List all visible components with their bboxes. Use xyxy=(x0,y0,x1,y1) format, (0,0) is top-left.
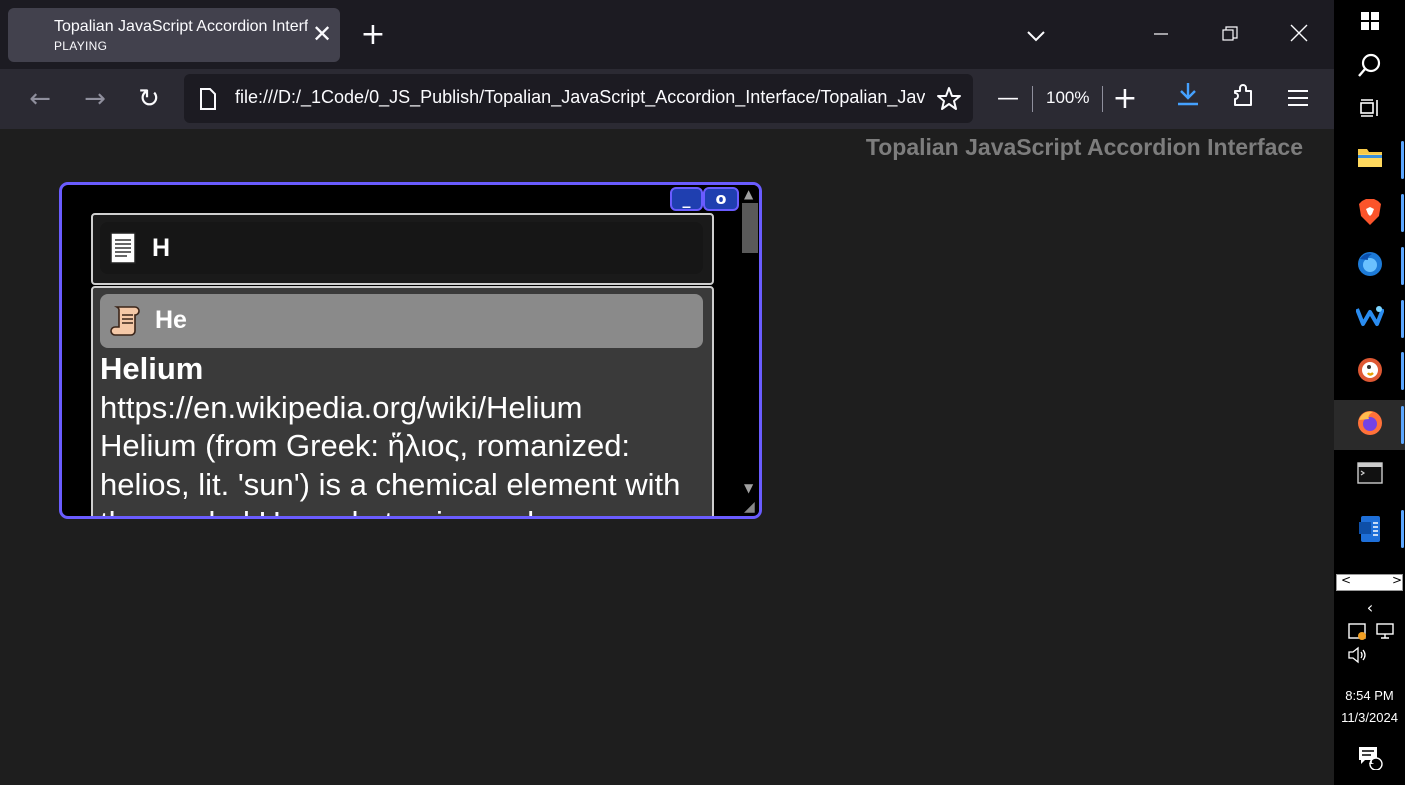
brave-browser-icon[interactable] xyxy=(1355,198,1385,228)
zoom-in-button[interactable]: + xyxy=(1107,81,1143,117)
accordion-scrollbar[interactable]: ▲ ▼ xyxy=(740,185,759,515)
scroll-thumb[interactable] xyxy=(742,203,758,253)
scroll-icon xyxy=(110,306,140,336)
extensions-icon[interactable] xyxy=(1225,81,1261,117)
page-icon xyxy=(200,88,216,110)
accordion-body: Helium https://en.wikipedia.org/wiki/Hel… xyxy=(100,350,704,516)
accordion-window: _ o H He Helium https://en.wikipedia.org… xyxy=(59,182,762,519)
tab-bar: Topalian JavaScript Accordion Interface … xyxy=(0,0,1334,69)
accordion-header-h[interactable]: H xyxy=(100,222,703,274)
accordion-header-he[interactable]: He xyxy=(100,294,703,348)
list-tabs-icon[interactable] xyxy=(1018,18,1054,54)
scroll-right-icon[interactable]: > xyxy=(1392,573,1402,587)
scroll-down-icon[interactable]: ▼ xyxy=(744,481,753,495)
menu-icon[interactable] xyxy=(1280,81,1316,117)
browser-window: Topalian JavaScript Accordion Interface … xyxy=(0,0,1334,785)
tray-scrollbar[interactable]: < > xyxy=(1336,573,1403,591)
url-text: file:///D:/_1Code/0_JS_Publish/Topalian_… xyxy=(235,87,925,107)
window-minimize-button[interactable] xyxy=(1143,18,1179,54)
search-icon[interactable] xyxy=(1355,52,1385,82)
windows-start-icon[interactable] xyxy=(1355,10,1385,40)
zoom-level[interactable]: 100% xyxy=(1046,88,1089,108)
windows-taskbar: < > ‹ 8:54 PM 11/3/2024 1 xyxy=(1334,0,1405,785)
file-explorer-icon[interactable] xyxy=(1355,146,1385,176)
page-title: Topalian JavaScript Accordion Interface xyxy=(865,134,1303,160)
running-indicator xyxy=(1401,406,1404,444)
running-indicator xyxy=(1401,510,1404,548)
separator xyxy=(1102,86,1103,112)
document-app-icon[interactable] xyxy=(1355,515,1385,545)
element-link[interactable]: https://en.wikipedia.org/wiki/Helium xyxy=(100,389,704,428)
accordion-panel-h: H xyxy=(91,213,714,285)
accordion-header-label: H xyxy=(152,234,171,262)
forward-button[interactable]: → xyxy=(77,81,113,117)
window-restore-button[interactable] xyxy=(1212,18,1248,54)
running-indicator xyxy=(1401,247,1404,285)
minimize-accordion-button[interactable]: _ xyxy=(670,187,703,211)
zoom-out-button[interactable]: — xyxy=(990,81,1026,117)
tab-title: Topalian JavaScript Accordion Interface xyxy=(54,18,308,35)
clock-date[interactable]: 11/3/2024 xyxy=(1334,710,1405,725)
firefox-icon[interactable] xyxy=(1355,410,1385,440)
nav-bar: ← → ↻ file:///D:/_1Code/0_JS_Publish/Top… xyxy=(0,69,1334,129)
tab-close-icon[interactable]: ✕ xyxy=(308,20,336,48)
document-icon xyxy=(110,232,136,264)
window-close-button[interactable] xyxy=(1281,18,1317,54)
page-content: Topalian JavaScript Accordion Interface … xyxy=(0,129,1334,785)
running-indicator xyxy=(1401,194,1404,232)
firefox-dev-icon[interactable] xyxy=(1355,251,1385,281)
playing-tab-icon xyxy=(24,24,44,44)
task-view-icon[interactable] xyxy=(1355,97,1385,127)
notification-count: 1 xyxy=(1368,756,1375,767)
back-button[interactable]: ← xyxy=(22,81,58,117)
volume-icon[interactable] xyxy=(1342,644,1372,674)
terminal-icon[interactable] xyxy=(1355,462,1385,492)
scroll-up-icon[interactable]: ▲ xyxy=(744,187,753,201)
reload-button[interactable]: ↻ xyxy=(131,81,167,117)
duckduckgo-icon[interactable] xyxy=(1355,357,1385,387)
clock-time[interactable]: 8:54 PM xyxy=(1334,688,1405,703)
bookmark-star-icon[interactable] xyxy=(936,86,962,112)
network-icon[interactable] xyxy=(1370,620,1400,650)
element-description: Helium (from Greek: ἥλιος, romanized: he… xyxy=(100,428,681,516)
download-icon[interactable] xyxy=(1170,81,1206,117)
url-bar[interactable]: file:///D:/_1Code/0_JS_Publish/Topalian_… xyxy=(184,74,973,123)
running-indicator xyxy=(1401,300,1404,338)
notification-icon[interactable]: 1 xyxy=(1355,744,1385,774)
scroll-left-icon[interactable]: < xyxy=(1341,573,1351,587)
open-accordion-button[interactable]: o xyxy=(703,187,739,211)
running-indicator xyxy=(1401,141,1404,179)
running-indicator xyxy=(1401,352,1404,390)
tab-active[interactable]: Topalian JavaScript Accordion Interface … xyxy=(8,8,340,62)
resize-handle-icon[interactable]: ◢ xyxy=(744,499,755,515)
tab-playing-label: PLAYING xyxy=(54,39,108,53)
separator xyxy=(1032,86,1033,112)
accordion-panel-he: He Helium https://en.wikipedia.org/wiki/… xyxy=(91,286,714,516)
wavebox-icon[interactable] xyxy=(1355,305,1385,335)
element-name: Helium xyxy=(100,351,204,386)
show-hidden-icons-icon[interactable]: ‹ xyxy=(1355,593,1385,623)
new-tab-button[interactable]: + xyxy=(358,20,388,50)
accordion-header-label: He xyxy=(155,306,187,334)
